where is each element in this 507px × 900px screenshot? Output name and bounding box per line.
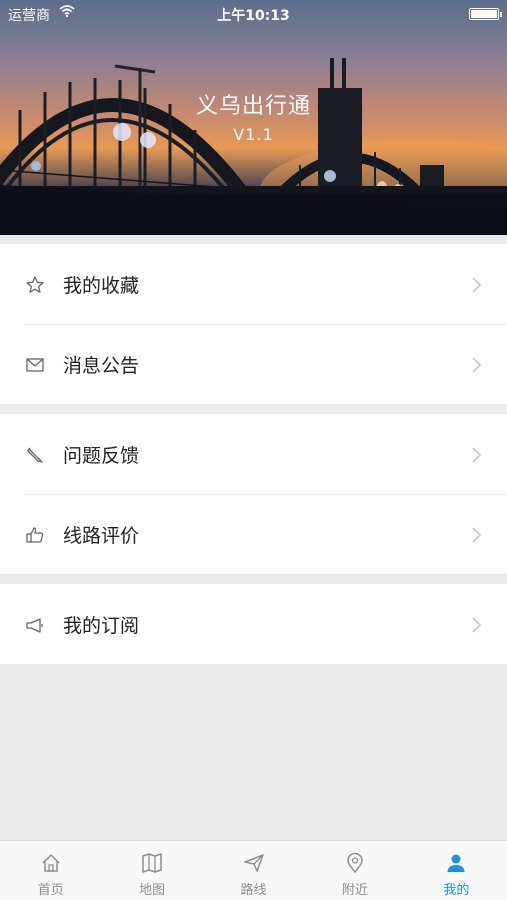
tab-label-route: 路线 (240, 883, 267, 898)
tab-bar: 首页 地图 路线 附近 我的 (0, 840, 507, 900)
chevron-right-icon (471, 355, 483, 375)
tab-nearby[interactable]: 附近 (304, 841, 405, 900)
tab-label-nearby: 附近 (341, 883, 368, 898)
person-icon (447, 854, 465, 872)
app-version: V1.1 (233, 125, 274, 144)
app-title: 义乌出行通 (195, 94, 311, 119)
menu-group-2: 问题反馈 线路评价 (0, 414, 507, 574)
menu-item-subscriptions[interactable]: 我的订阅 (0, 584, 507, 664)
tab-label-map: 地图 (139, 883, 166, 898)
tab-label-mine: 我的 (443, 883, 470, 898)
tab-route[interactable]: 路线 (203, 841, 304, 900)
menu-label-feedback: 问题反馈 (63, 444, 140, 467)
chevron-right-icon (471, 615, 483, 635)
pencil-icon (25, 445, 45, 465)
menu-label-notices: 消息公告 (63, 354, 140, 377)
status-bar: 运营商 上午10:13 (0, 0, 507, 28)
battery-icon (469, 8, 502, 20)
tab-home[interactable]: 首页 (0, 841, 101, 900)
paper-plane-icon (243, 854, 264, 872)
status-time: 上午10:13 (217, 8, 290, 24)
chevron-right-icon (471, 525, 483, 545)
thumbs-up-icon (25, 525, 45, 545)
tab-mine[interactable]: 我的 (406, 841, 507, 900)
menu-group-3: 我的订阅 (0, 584, 507, 664)
tab-map[interactable]: 地图 (101, 841, 202, 900)
tab-label-home: 首页 (37, 883, 64, 898)
megaphone-icon (25, 615, 45, 635)
home-icon (42, 854, 60, 872)
location-pin-icon (347, 852, 363, 874)
chevron-right-icon (471, 445, 483, 465)
star-icon (25, 275, 45, 295)
menu-item-notices[interactable]: 消息公告 (0, 324, 507, 404)
menu-label-favorites: 我的收藏 (63, 274, 140, 297)
header-banner: 运营商 上午10:13 义乌出行通 V1.1 (0, 0, 507, 235)
map-icon (142, 853, 162, 873)
menu-item-favorites[interactable]: 我的收藏 (0, 244, 507, 324)
menu-label-subscriptions: 我的订阅 (63, 614, 140, 637)
mail-icon (25, 355, 45, 375)
chevron-right-icon (471, 275, 483, 295)
menu-label-route-review: 线路评价 (63, 524, 140, 547)
menu-group-1: 我的收藏 消息公告 (0, 244, 507, 404)
menu-item-route-review[interactable]: 线路评价 (0, 494, 507, 574)
menu-item-feedback[interactable]: 问题反馈 (0, 414, 507, 494)
